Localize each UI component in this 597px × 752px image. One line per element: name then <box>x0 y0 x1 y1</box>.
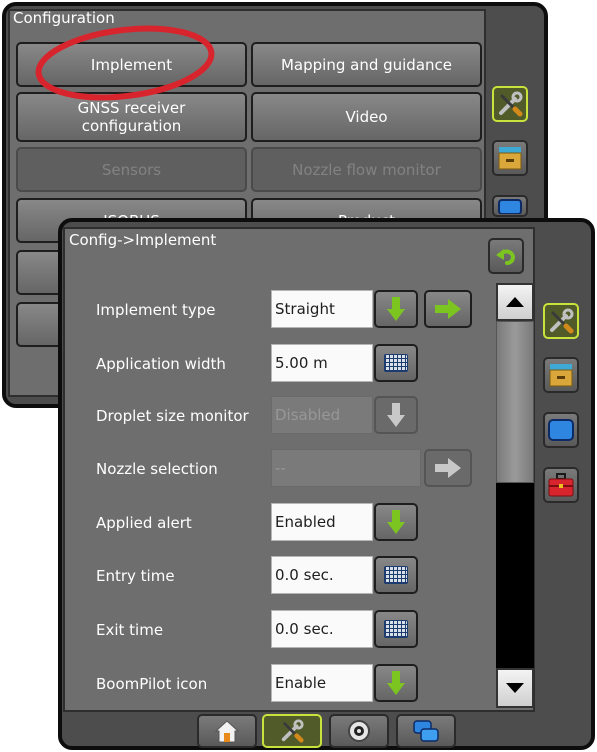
back-tab-drawer[interactable] <box>492 140 528 176</box>
keyboard-icon <box>384 354 408 372</box>
sensors-button: Sensors <box>16 147 247 192</box>
implement-title: Config->Implement <box>69 231 217 249</box>
gray-down-arrow-icon <box>387 403 405 427</box>
scroll-down-button[interactable] <box>496 668 534 708</box>
home-icon <box>214 720 240 743</box>
back-button[interactable] <box>488 238 524 274</box>
nav-gauge[interactable] <box>329 714 389 748</box>
implement-type-dropdown-button[interactable] <box>374 290 418 328</box>
back-tab-tools[interactable] <box>492 86 528 122</box>
applied-alert-value: Enabled <box>271 503 373 541</box>
mapping-guidance-label: Mapping and guidance <box>280 55 453 74</box>
highlight-ellipse <box>35 25 215 101</box>
exit-time-value: 0.0 sec. <box>271 610 373 648</box>
undo-arrow-icon <box>496 249 516 265</box>
gray-right-arrow-icon <box>435 458 461 478</box>
nozzle-selection-next-button <box>424 449 472 487</box>
gauge-icon <box>348 720 370 742</box>
droplet-size-monitor-dropdown-button <box>374 396 418 434</box>
entry-time-label: Entry time <box>96 567 175 585</box>
keyboard-icon <box>384 620 408 638</box>
video-button[interactable]: Video <box>251 92 482 142</box>
scroll-up-button[interactable] <box>496 283 534 321</box>
toolbox-icon <box>548 473 574 497</box>
nozzle-selection-value: -- <box>271 449 421 487</box>
keyboard-icon <box>384 566 408 584</box>
application-width-keyboard-button[interactable] <box>374 344 418 382</box>
droplet-size-monitor-label: Droplet size monitor <box>96 407 249 425</box>
sensors-label: Sensors <box>101 160 162 179</box>
nav-tools[interactable] <box>262 714 322 748</box>
scrollbar[interactable] <box>496 283 534 708</box>
nav-multiscreen[interactable] <box>396 714 456 748</box>
application-width-value: 5.00 m <box>271 344 373 382</box>
boompilot-icon-value: Enable <box>271 664 373 702</box>
nozzle-selection-label: Nozzle selection <box>96 460 218 478</box>
implement-type-label: Implement type <box>96 301 216 319</box>
mapping-guidance-button[interactable]: Mapping and guidance <box>251 42 482 87</box>
caret-up-icon <box>506 297 524 307</box>
video-label: Video <box>345 108 388 126</box>
tab-monitor[interactable] <box>543 412 579 448</box>
entry-time-value: 0.0 sec. <box>271 556 373 594</box>
exit-time-label: Exit time <box>96 621 164 639</box>
applied-alert-dropdown-button[interactable] <box>374 503 418 541</box>
scroll-thumb[interactable] <box>496 321 534 483</box>
green-down-arrow-icon <box>387 510 405 534</box>
green-right-arrow-icon <box>435 299 461 319</box>
green-down-arrow-icon <box>387 297 405 321</box>
application-width-label: Application width <box>96 355 226 373</box>
drawer-icon <box>498 147 522 170</box>
tools-icon <box>499 91 523 117</box>
boompilot-icon-label: BoomPilot icon <box>96 675 208 693</box>
caret-down-icon <box>506 683 524 693</box>
exit-time-keyboard-button[interactable] <box>374 610 418 648</box>
tools-icon <box>550 308 574 334</box>
gnss-label-line2: configuration <box>81 117 182 135</box>
tab-toolbox[interactable] <box>543 467 579 503</box>
back-tab-monitor[interactable] <box>492 195 528 217</box>
boompilot-icon-dropdown-button[interactable] <box>374 664 418 702</box>
multiscreen-icon <box>413 720 439 742</box>
implement-type-next-button[interactable] <box>424 290 472 328</box>
monitor-icon <box>548 419 574 441</box>
implement-type-value: Straight <box>271 290 373 328</box>
green-down-arrow-icon <box>387 671 405 695</box>
droplet-size-monitor-value: Disabled <box>271 396 373 434</box>
applied-alert-label: Applied alert <box>96 514 192 532</box>
monitor-icon <box>498 199 522 214</box>
nozzle-flow-monitor-button: Nozzle flow monitor <box>251 147 482 192</box>
tab-drawer[interactable] <box>543 357 579 393</box>
tab-tools[interactable] <box>543 303 579 339</box>
entry-time-keyboard-button[interactable] <box>374 556 418 594</box>
nav-home[interactable] <box>197 714 257 748</box>
drawer-icon <box>549 364 573 387</box>
nozzle-flow-label: Nozzle flow monitor <box>292 160 441 179</box>
tools-icon <box>281 719 304 743</box>
